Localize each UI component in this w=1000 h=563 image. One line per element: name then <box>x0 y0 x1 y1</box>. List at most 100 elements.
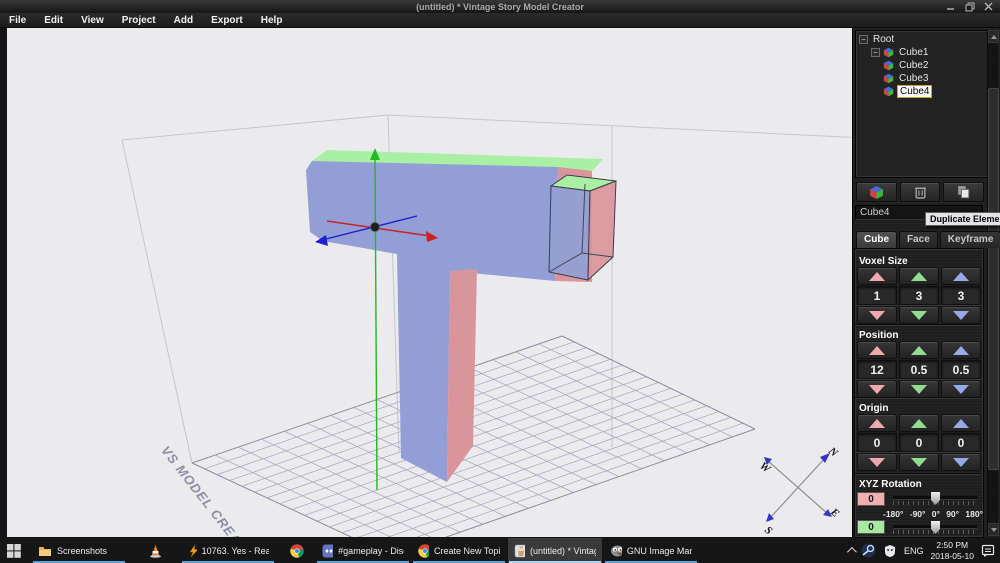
system-tray: ENG 2:50 PM 2018-05-10 <box>847 538 996 563</box>
taskbar-item-chrome[interactable]: Create New Topic -... <box>412 538 506 563</box>
separator <box>855 473 981 475</box>
decrease-y-button[interactable] <box>899 306 939 324</box>
element-tree[interactable]: −Root−Cube1Cube2Cube3Cube4 <box>855 30 991 178</box>
tab-cube[interactable]: Cube <box>856 231 897 248</box>
3d-viewport[interactable]: N W S E VS MODEL CREATOR <box>7 28 852 537</box>
tree-item-root[interactable]: −Root <box>859 33 990 46</box>
tree-item-label: Root <box>871 34 896 45</box>
start-button[interactable] <box>0 538 28 563</box>
clock-time: 2:50 PM <box>931 540 974 551</box>
decrease-x-button[interactable] <box>857 380 897 398</box>
restore-button[interactable] <box>964 2 975 12</box>
close-button[interactable] <box>983 2 994 12</box>
rotation-y-slider[interactable] <box>893 521 977 535</box>
taskbar-item-chrome[interactable] <box>283 538 310 563</box>
tree-item-cube1[interactable]: − Cube1 <box>859 46 990 59</box>
value-y[interactable]: 3 <box>899 286 939 305</box>
tray-app-icon-2[interactable] <box>883 544 897 558</box>
expander-icon[interactable]: − <box>871 48 880 57</box>
up-arrow-icon <box>953 272 969 281</box>
taskbar: Screenshots 10763. Yes - Real Lo... #gamep… <box>0 538 1000 563</box>
value-x[interactable]: 0 <box>857 433 897 452</box>
taskbar-item-discord[interactable]: #gameplay - Discord <box>316 538 410 563</box>
decrease-z-button[interactable] <box>941 306 981 324</box>
increase-x-button[interactable] <box>857 414 897 432</box>
duplicate-element-button[interactable] <box>943 182 984 202</box>
scroll-thumb[interactable] <box>988 88 999 470</box>
cube-icon <box>883 73 894 84</box>
increase-y-button[interactable] <box>899 414 939 432</box>
tree-item-cube2[interactable]: Cube2 <box>859 59 990 72</box>
tree-item-label: Cube4 <box>897 85 932 98</box>
trash-icon <box>914 185 927 199</box>
menu-help[interactable]: Help <box>252 15 292 26</box>
menu-add[interactable]: Add <box>165 15 202 26</box>
separator <box>855 324 981 326</box>
decrease-y-button[interactable] <box>899 380 939 398</box>
tree-item-cube4[interactable]: Cube4 <box>859 85 990 98</box>
up-arrow-icon <box>869 346 885 355</box>
expander-icon[interactable]: − <box>859 35 868 44</box>
add-cube-icon <box>869 185 884 200</box>
taskbar-item-folder[interactable]: Screenshots <box>32 538 126 563</box>
language-indicator[interactable]: ENG <box>904 546 924 556</box>
model-cube4-selected[interactable] <box>549 175 616 280</box>
cube-icon <box>883 47 894 58</box>
increase-z-button[interactable] <box>941 267 981 285</box>
up-arrow-icon <box>911 272 927 281</box>
tray-app-icon-1[interactable] <box>861 543 876 558</box>
decrease-x-button[interactable] <box>857 453 897 471</box>
action-center-icon[interactable] <box>981 544 996 558</box>
decrease-z-button[interactable] <box>941 453 981 471</box>
panel-scrollbar[interactable] <box>987 30 998 536</box>
decrease-z-button[interactable] <box>941 380 981 398</box>
scroll-up-button[interactable] <box>988 30 999 43</box>
value-x[interactable]: 12 <box>857 360 897 379</box>
tree-item-label: Cube2 <box>897 60 930 71</box>
value-y[interactable]: 0.5 <box>899 360 939 379</box>
value-z[interactable]: 0 <box>941 433 981 452</box>
tab-face[interactable]: Face <box>899 231 938 248</box>
taskbar-item-gimp[interactable]: GNU Image Manip... <box>604 538 698 563</box>
taskbar-item-winamp[interactable]: 10763. Yes - Real Lo... <box>181 538 275 563</box>
vlc-icon <box>149 544 162 558</box>
tree-item-cube3[interactable]: Cube3 <box>859 72 990 85</box>
rotation-y-value[interactable]: 0 <box>857 520 885 534</box>
increase-z-button[interactable] <box>941 341 981 359</box>
value-z[interactable]: 3 <box>941 286 981 305</box>
clock[interactable]: 2:50 PM 2018-05-10 <box>931 540 974 561</box>
compass: N W S E <box>757 444 841 537</box>
rotation-x-value[interactable]: 0 <box>857 492 885 506</box>
menu-edit[interactable]: Edit <box>35 15 72 26</box>
value-y[interactable]: 0 <box>899 433 939 452</box>
value-x[interactable]: 1 <box>857 286 897 305</box>
gizmo-origin[interactable] <box>371 223 380 232</box>
menu-project[interactable]: Project <box>113 15 165 26</box>
increase-y-button[interactable] <box>899 341 939 359</box>
add-cube-button[interactable] <box>856 182 897 202</box>
increase-z-button[interactable] <box>941 414 981 432</box>
decrease-y-button[interactable] <box>899 453 939 471</box>
delete-element-button[interactable] <box>900 182 941 202</box>
compass-e: E <box>827 505 841 520</box>
taskbar-item-vsmc[interactable]: (untitled) * Vintage ... <box>508 538 602 563</box>
value-z[interactable]: 0.5 <box>941 360 981 379</box>
winamp-icon <box>187 544 197 558</box>
menu-view[interactable]: View <box>72 15 113 26</box>
menu-file[interactable]: File <box>0 15 35 26</box>
chrome-icon <box>290 544 304 558</box>
scroll-down-button[interactable] <box>988 523 999 536</box>
group-label-voxel-size: Voxel Size <box>859 256 908 267</box>
tab-keyframe[interactable]: Keyframe <box>940 231 1000 248</box>
minimize-button[interactable] <box>945 2 956 12</box>
menu-export[interactable]: Export <box>202 15 252 26</box>
increase-y-button[interactable] <box>899 267 939 285</box>
taskbar-item-vlc[interactable] <box>142 538 169 563</box>
increase-x-button[interactable] <box>857 267 897 285</box>
decrease-x-button[interactable] <box>857 306 897 324</box>
tray-expand-chevron-icon[interactable] <box>847 547 857 557</box>
compass-w: W <box>757 460 773 476</box>
tree-item-label: Cube1 <box>897 47 930 58</box>
rotation-x-slider[interactable] <box>893 492 977 506</box>
increase-x-button[interactable] <box>857 341 897 359</box>
